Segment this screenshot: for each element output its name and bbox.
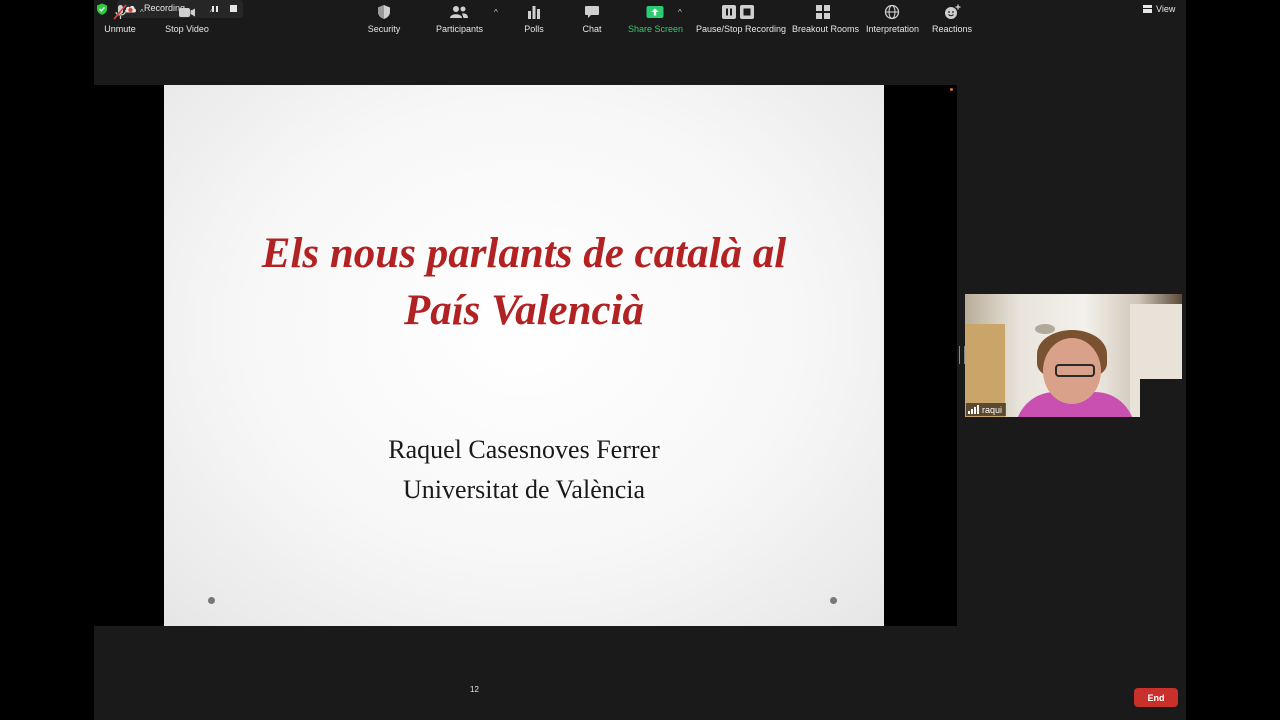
unmute-button[interactable]: Unmute xyxy=(104,4,136,34)
share-indicator-dot xyxy=(950,88,953,91)
reactions-button[interactable]: Reactions xyxy=(932,4,972,34)
interpretation-button[interactable]: Interpretation xyxy=(866,4,920,34)
share-screen-button[interactable]: Share Screen xyxy=(628,4,684,34)
share-options-chevron-up-icon[interactable]: ^ xyxy=(678,8,682,17)
security-shield-icon xyxy=(378,5,390,19)
participant-glasses xyxy=(1055,364,1095,377)
chat-bubble-icon xyxy=(585,6,599,18)
unmute-label: Unmute xyxy=(104,24,136,34)
pause-stop-recording-icon xyxy=(722,5,754,19)
reactions-smiley-plus-icon xyxy=(945,4,961,19)
participants-icon xyxy=(450,6,468,18)
meeting-toolbar xyxy=(94,678,1186,720)
video-camera-icon xyxy=(179,8,195,17)
video-options-chevron-up-icon[interactable]: ^ xyxy=(210,8,214,17)
view-grid-icon xyxy=(1143,5,1152,13)
participants-options-chevron-up-icon[interactable]: ^ xyxy=(494,8,498,17)
polls-button[interactable]: Polls xyxy=(520,4,548,34)
slide-decor-dot-right xyxy=(830,597,837,604)
view-button[interactable]: View xyxy=(1143,2,1175,16)
stop-recording-icon[interactable] xyxy=(230,5,237,12)
video-ceiling-lamp xyxy=(1035,324,1055,334)
view-label: View xyxy=(1156,4,1176,14)
participant-video-tile[interactable]: raqui xyxy=(965,294,1182,417)
security-label: Security xyxy=(367,24,401,34)
polls-bar-chart-icon xyxy=(528,6,540,19)
polls-label: Polls xyxy=(524,24,544,34)
muted-microphone-icon xyxy=(113,4,127,20)
signal-strength-icon xyxy=(968,405,979,414)
slide-title-line-1: Els nous parlants de català al xyxy=(261,230,787,277)
interpretation-label: Interpretation xyxy=(866,24,920,34)
participants-count: 12 xyxy=(470,685,479,694)
slide-author: Raquel Casesnoves Ferrer xyxy=(388,435,660,464)
globe-icon xyxy=(884,4,900,20)
breakout-rooms-button[interactable]: Breakout Rooms xyxy=(792,4,860,34)
participant-name: raqui xyxy=(982,404,1003,415)
participants-label: Participants xyxy=(436,24,484,34)
security-button[interactable]: Security xyxy=(366,4,402,34)
share-screen-label: Share Screen xyxy=(628,24,684,34)
participants-button[interactable]: Participants xyxy=(436,4,484,34)
reactions-label: Reactions xyxy=(932,24,973,34)
participant-name-label: raqui xyxy=(966,403,1007,416)
audio-options-chevron-up-icon[interactable]: ^ xyxy=(140,8,144,17)
breakout-rooms-grid-icon xyxy=(816,5,830,19)
letterbox-right xyxy=(1186,0,1280,720)
stop-video-button[interactable]: Stop Video xyxy=(165,4,209,34)
chat-label: Chat xyxy=(582,24,602,34)
pause-stop-recording-button[interactable]: Pause/Stop Recording xyxy=(696,4,787,34)
slide-title: Els nous parlants de català al País Vale… xyxy=(164,225,884,339)
video-tv xyxy=(1140,379,1182,417)
stop-video-label: Stop Video xyxy=(165,24,209,34)
breakout-rooms-label: Breakout Rooms xyxy=(792,24,860,34)
slide-institution: Universitat de València xyxy=(402,475,646,504)
presentation-slide: Els nous parlants de català al País Vale… xyxy=(164,85,884,626)
letterbox-left xyxy=(0,0,94,720)
chat-button[interactable]: Chat xyxy=(578,4,606,34)
pause-stop-recording-label: Pause/Stop Recording xyxy=(696,24,787,34)
end-meeting-button[interactable]: End xyxy=(1134,688,1178,707)
slide-title-line-2: País Valencià xyxy=(403,287,645,334)
slide-decor-dot-left xyxy=(208,597,215,604)
share-screen-arrow-icon xyxy=(646,6,664,18)
